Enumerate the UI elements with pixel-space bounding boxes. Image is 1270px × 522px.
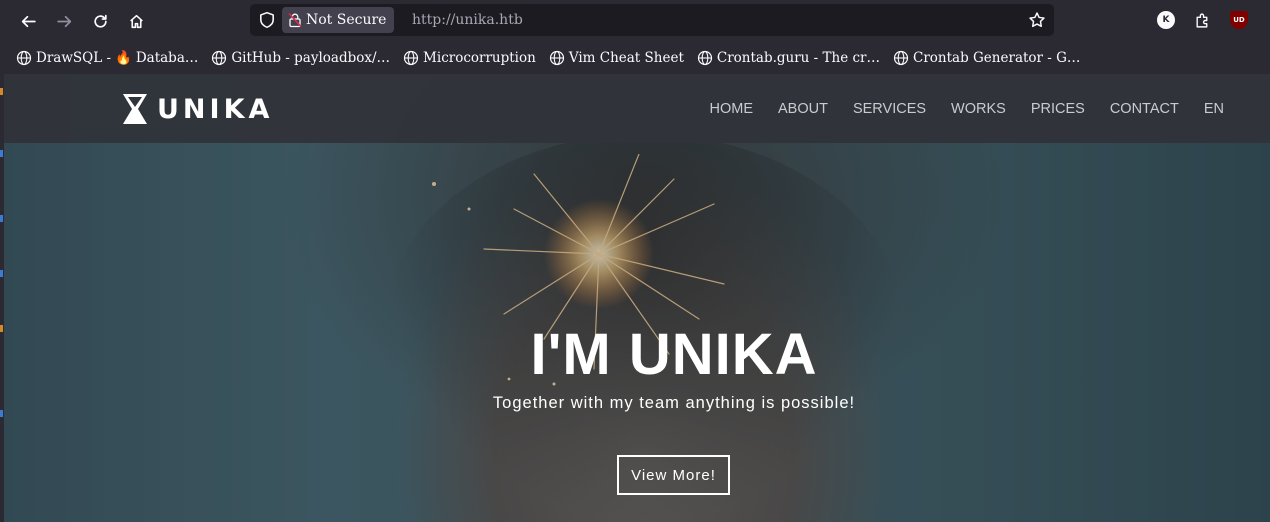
bookmark-vim-cheat-sheet[interactable]: Vim Cheat Sheet (549, 50, 684, 66)
k-extension-icon[interactable]: K (1157, 11, 1175, 29)
back-button[interactable] (14, 8, 42, 34)
hero-subtitle: Together with my team anything is possib… (492, 394, 856, 412)
bookmarks-toolbar: DrawSQL - 🔥 Databa… GitHub - payloadbox/… (4, 41, 1270, 74)
globe-icon (697, 50, 712, 65)
ublock-badge-text: UD (1233, 16, 1245, 24)
url-text[interactable]: http://unika.htb (412, 4, 523, 36)
not-secure-label: Not Secure (306, 12, 387, 28)
bookmark-github-payloadbox[interactable]: GitHub - payloadbox/… (211, 50, 390, 66)
tracking-protection-shield-icon[interactable] (258, 11, 276, 29)
bookmark-drawsql[interactable]: DrawSQL - 🔥 Databa… (16, 50, 198, 66)
hero-section: I'M UNIKA Together with my team anything… (4, 74, 1270, 522)
bookmark-microcorruption[interactable]: Microcorruption (403, 50, 536, 66)
puzzle-extensions-icon[interactable] (1193, 11, 1211, 29)
bookmark-label: Crontab Generator - G… (913, 49, 1081, 66)
home-button[interactable] (122, 8, 150, 34)
bookmark-label: DrawSQL - (36, 49, 112, 66)
home-icon (129, 14, 143, 28)
bookmark-label: GitHub - payloadbox/… (231, 49, 391, 66)
bookmark-label: Crontab.guru - The cr… (716, 49, 881, 66)
url-bar[interactable]: Not Secure http://unika.htb (250, 4, 1054, 36)
view-more-button[interactable]: View More! (617, 455, 730, 495)
puzzle-piece-icon (1195, 13, 1207, 28)
browser-toolbar: Not Secure http://unika.htb K UD (4, 0, 1270, 41)
reload-button[interactable] (86, 8, 114, 34)
k-extension-letter: K (1162, 15, 1170, 25)
back-arrow-icon (21, 15, 36, 27)
forward-arrow-icon (56, 15, 71, 27)
connection-security-indicator[interactable]: Not Secure (282, 7, 395, 33)
bookmark-crontab-guru[interactable]: Crontab.guru - The cr… (697, 50, 880, 66)
globe-icon (549, 50, 564, 65)
forward-button[interactable] (50, 8, 78, 34)
globe-icon (212, 50, 227, 65)
bookmark-label-rest: Databa… (135, 49, 199, 66)
globe-icon (16, 50, 32, 65)
globe-icon (893, 50, 909, 65)
reload-icon (93, 14, 107, 28)
hero-title: I'M UNIKA (530, 322, 818, 387)
bookmark-label: Vim Cheat Sheet (568, 49, 684, 66)
ublock-origin-icon[interactable]: UD (1230, 11, 1248, 29)
bookmark-star-icon[interactable] (1028, 11, 1046, 29)
globe-icon (403, 50, 419, 65)
bookmark-crontab-generator[interactable]: Crontab Generator - G… (893, 50, 1080, 66)
fire-emoji-icon: 🔥 (115, 49, 132, 66)
web-page: UNIKA HOME ABOUT SERVICES WORKS PRICES C… (4, 74, 1270, 522)
bookmark-label: Microcorruption (423, 49, 536, 66)
insecure-lock-icon (288, 12, 302, 28)
